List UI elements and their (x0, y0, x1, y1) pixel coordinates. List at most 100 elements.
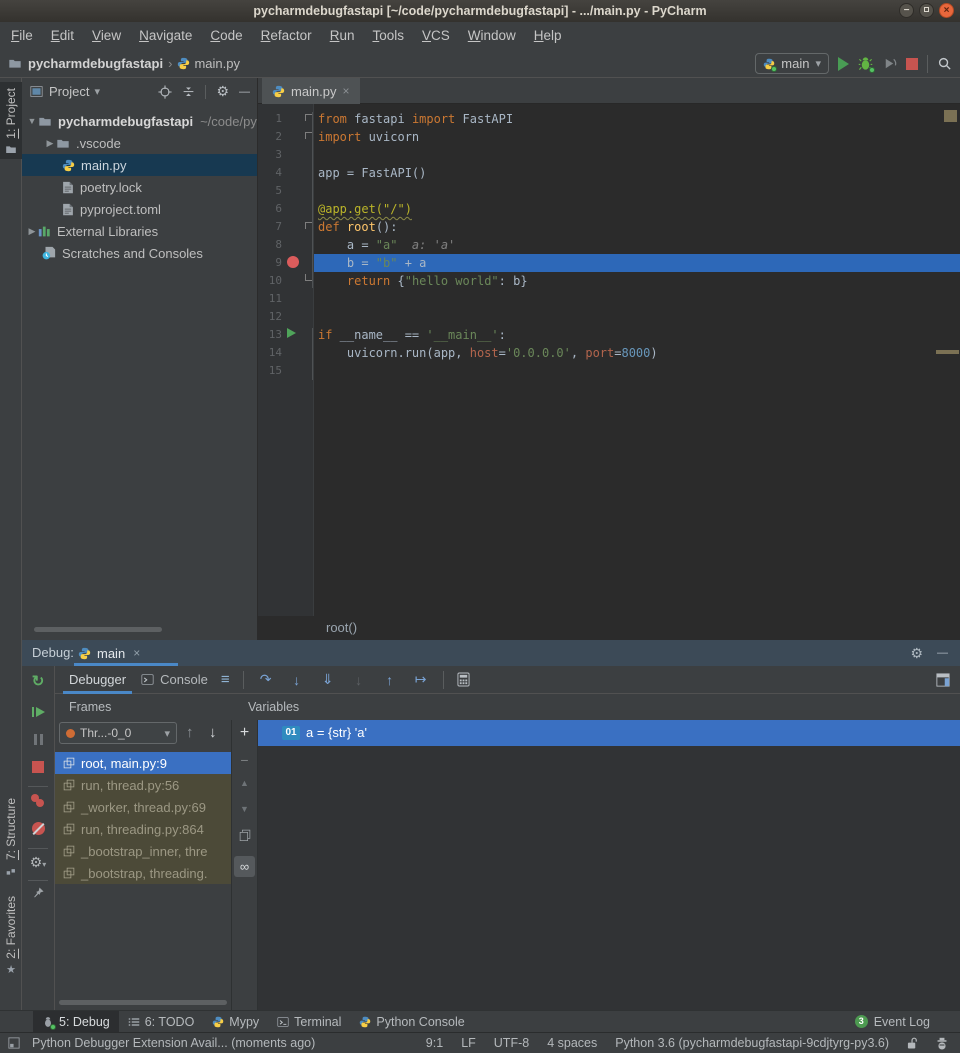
frame-row[interactable]: _worker, thread.py:69 (55, 796, 232, 818)
menu-file[interactable]: File (2, 22, 42, 50)
menu-refactor[interactable]: Refactor (252, 22, 321, 50)
frame-row[interactable]: run, thread.py:56 (55, 774, 232, 796)
toolwindow-debug[interactable]: 5: Debug (33, 1011, 119, 1033)
pause-button[interactable] (22, 732, 54, 750)
view-breakpoints-button[interactable] (22, 794, 54, 813)
hide-panel-icon[interactable]: — (239, 86, 250, 98)
duplicate-watch-button[interactable] (232, 828, 257, 846)
horizontal-scrollbar[interactable] (34, 627, 162, 632)
menu-help[interactable]: Help (525, 22, 571, 50)
debug-button[interactable] (858, 56, 873, 71)
toolwindow-event-log[interactable]: 3 Event Log (855, 1015, 930, 1029)
tree-collapsed-icon[interactable]: ▶ (26, 226, 38, 237)
add-watch-button[interactable]: + (232, 724, 257, 742)
coverage-button[interactable] (882, 56, 897, 71)
breadcrumb-file[interactable]: main.py (194, 56, 240, 71)
error-stripe-warning-marker[interactable] (936, 350, 959, 354)
interpreter[interactable]: Python 3.6 (pycharmdebugfastapi-9cdjtyrg… (615, 1036, 889, 1050)
tab-debugger[interactable]: Debugger (67, 666, 128, 694)
settings-gear-icon[interactable]: ⚙▾ (22, 854, 54, 871)
menu-vcs[interactable]: VCS (413, 22, 459, 50)
breadcrumb-project[interactable]: pycharmdebugfastapi (28, 56, 163, 71)
toolwindow-toggle-icon[interactable] (8, 1037, 20, 1049)
gear-icon[interactable]: ⚙ (216, 83, 229, 100)
menu-navigate[interactable]: Navigate (130, 22, 201, 50)
move-up-button[interactable]: ▲ (232, 778, 257, 788)
tree-row-poetry-lock[interactable]: poetry.lock (22, 176, 258, 198)
step-over-button[interactable]: ↷ (257, 671, 275, 688)
fold-marker[interactable] (305, 132, 312, 139)
menu-code[interactable]: Code (201, 22, 251, 50)
close-session-icon[interactable]: × (133, 646, 140, 660)
frame-row[interactable]: run, threading.py:864 (55, 818, 232, 840)
frame-row[interactable]: root, main.py:9 (55, 752, 232, 774)
menu-window[interactable]: Window (459, 22, 525, 50)
breadcrumb-function[interactable]: root() (326, 620, 357, 635)
fold-marker[interactable] (305, 274, 312, 281)
run-configuration-selector[interactable]: main ▾ (755, 53, 829, 74)
tree-row-scratches[interactable]: Scratches and Consoles (22, 242, 258, 264)
close-button[interactable]: × (939, 3, 954, 18)
close-tab-icon[interactable]: × (343, 84, 350, 98)
search-everywhere-icon[interactable] (937, 56, 952, 71)
error-stripe-warning-marker[interactable] (944, 110, 957, 122)
line-ending[interactable]: LF (461, 1036, 476, 1050)
frame-row[interactable]: _bootstrap, threading. (55, 862, 232, 884)
tree-expanded-icon[interactable]: ▼ (26, 116, 38, 126)
toolwindow-mypy[interactable]: Mypy (203, 1011, 268, 1033)
minimize-button[interactable]: − (899, 3, 914, 18)
step-out-button[interactable]: ↑ (381, 672, 399, 688)
indent-setting[interactable]: 4 spaces (547, 1036, 597, 1050)
project-panel-title[interactable]: Project (49, 84, 89, 99)
collapse-all-icon[interactable] (182, 85, 195, 98)
caret-position[interactable]: 9:1 (426, 1036, 443, 1050)
tree-row-project-root[interactable]: ▼ pycharmdebugfastapi ~/code/pycharmdebu… (22, 110, 258, 132)
run-button[interactable] (838, 57, 849, 71)
tree-row-external-libraries[interactable]: ▶ External Libraries (22, 220, 258, 242)
tab-console[interactable]: Console (141, 672, 208, 687)
lock-icon[interactable] (907, 1037, 918, 1050)
status-message[interactable]: Python Debugger Extension Avail... (mome… (32, 1036, 315, 1050)
stop-button[interactable] (22, 760, 54, 778)
chevron-down-icon[interactable]: ▾ (94, 85, 100, 98)
previous-frame-button[interactable]: ↑ (186, 722, 194, 744)
rerun-button[interactable]: ↻ (22, 672, 54, 690)
evaluate-expression-icon[interactable] (457, 672, 470, 687)
run-to-cursor-button[interactable]: ↦ (412, 671, 430, 688)
show-watches-toggle[interactable]: ∞ (234, 856, 255, 877)
tree-row-pyproject-toml[interactable]: pyproject.toml (22, 198, 258, 220)
restore-layout-icon[interactable] (936, 673, 950, 687)
tree-collapsed-icon[interactable]: ▶ (44, 138, 56, 149)
menu-tools[interactable]: Tools (363, 22, 413, 50)
stop-button[interactable] (906, 58, 918, 70)
thread-selector[interactable]: Thr...-0_0 ▾ (59, 722, 177, 744)
menu-view[interactable]: View (83, 22, 130, 50)
toolwindow-todo[interactable]: 6: TODO (119, 1011, 204, 1033)
editor-tab-main-py[interactable]: main.py × (262, 78, 360, 104)
resume-button[interactable] (22, 704, 54, 722)
frame-row[interactable]: _bootstrap_inner, thre (55, 840, 232, 862)
horizontal-scrollbar[interactable] (59, 1000, 227, 1005)
variable-row[interactable]: 01 a = {str} 'a' (258, 720, 960, 746)
run-gutter-icon[interactable] (287, 328, 296, 338)
stripe-project-button[interactable]: 1: Project (0, 82, 22, 159)
next-frame-button[interactable]: ↓ (209, 722, 217, 744)
gear-icon[interactable]: ⚙ (910, 645, 923, 662)
file-encoding[interactable]: UTF-8 (494, 1036, 529, 1050)
menu-edit[interactable]: Edit (42, 22, 83, 50)
tree-row-main-py[interactable]: main.py (22, 154, 258, 176)
hector-inspector-icon[interactable] (936, 1037, 948, 1050)
fold-marker[interactable] (305, 114, 312, 121)
step-into-my-code-button[interactable]: ↓ (350, 672, 368, 688)
remove-watch-button[interactable]: − (232, 752, 257, 768)
step-into-button[interactable]: ↓ (288, 672, 306, 688)
stripe-structure-button[interactable]: 7: Structure (0, 798, 22, 876)
move-down-button[interactable]: ▼ (232, 804, 257, 814)
tree-row-vscode[interactable]: ▶ .vscode (22, 132, 258, 154)
hide-panel-icon[interactable]: — (937, 647, 948, 659)
pin-tab-button[interactable] (22, 886, 54, 904)
stripe-favorites-button[interactable]: 2: Favorites ★ (0, 896, 22, 976)
toolwindow-python-console[interactable]: Python Console (350, 1011, 473, 1033)
mute-breakpoints-button[interactable] (22, 822, 54, 840)
locate-file-icon[interactable] (158, 85, 172, 99)
